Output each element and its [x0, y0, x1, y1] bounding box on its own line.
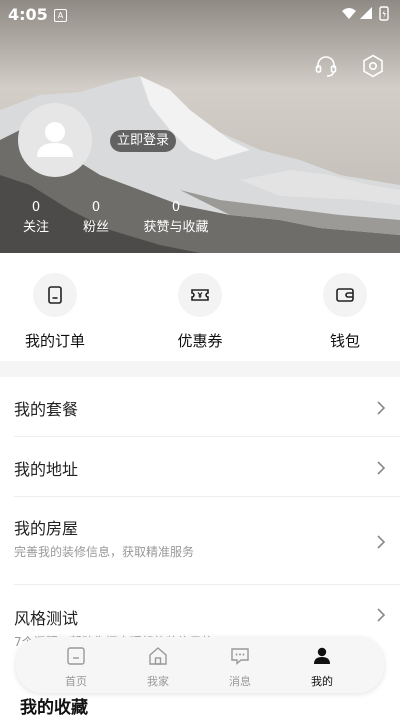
- my-orders-label: 我的订单: [24, 332, 85, 350]
- chevron-right-icon: [377, 461, 386, 475]
- status-time: 4:05: [8, 5, 48, 24]
- stat-value: 0: [91, 200, 101, 215]
- message-icon: [231, 648, 249, 666]
- my-orders-button[interactable]: 我的订单: [10, 273, 100, 351]
- home-icon: [67, 647, 85, 665]
- notification-icon: A: [54, 9, 67, 22]
- settings-hex-icon[interactable]: [360, 53, 386, 79]
- stat-following[interactable]: 0 关注: [18, 200, 54, 238]
- tab-home[interactable]: 首页: [46, 645, 106, 689]
- status-indicators: [342, 6, 389, 21]
- tab-label: 我家: [147, 675, 169, 688]
- default-user-icon: [37, 122, 73, 157]
- tab-my-home[interactable]: 我家: [128, 645, 188, 689]
- coupon-icon: [191, 289, 209, 301]
- wallet-button[interactable]: 钱包: [300, 273, 390, 351]
- coupon-label: 优惠券: [177, 332, 223, 350]
- stat-label: 关注: [22, 220, 49, 235]
- stat-likes-favorites[interactable]: 0 获赞与收藏: [140, 200, 212, 238]
- wallet-label: 钱包: [329, 332, 360, 350]
- house-icon: [149, 647, 167, 665]
- profile-icon: [314, 647, 330, 664]
- signal-icon: [360, 7, 372, 19]
- stat-followers[interactable]: 0 粉丝: [78, 200, 114, 238]
- menu-item-my-house[interactable]: 我的房屋 完善我的装修信息，获取精准服务: [0, 497, 400, 585]
- bottom-tab-bar: 首页 我家 消息 我的: [16, 637, 384, 693]
- menu-item-title: 风格测试: [14, 609, 79, 628]
- menu-item-subtitle: 完善我的装修信息，获取精准服务: [14, 545, 195, 559]
- stat-value: 0: [31, 200, 41, 215]
- login-button[interactable]: 立即登录: [110, 130, 177, 152]
- menu-item-my-package[interactable]: 我的套餐: [0, 377, 400, 437]
- menu-item-title: 我的地址: [14, 460, 79, 479]
- section-title-favorites: 我的收藏: [20, 698, 88, 718]
- chevron-right-icon: [377, 608, 386, 622]
- profile-header: 4:05 A 立即登录 0 关注 0 粉丝 0 获赞与收藏: [0, 0, 400, 253]
- section-gap: [0, 361, 400, 377]
- menu-item-my-address[interactable]: 我的地址: [0, 437, 400, 497]
- chevron-right-icon: [377, 535, 386, 549]
- order-icon: [48, 286, 62, 304]
- coupon-button[interactable]: 优惠券: [155, 273, 245, 351]
- stat-label: 粉丝: [82, 220, 109, 235]
- headset-icon[interactable]: [313, 53, 339, 79]
- avatar[interactable]: [18, 103, 92, 177]
- quick-actions: 我的订单 优惠券 钱包: [0, 253, 400, 361]
- wallet-icon: [336, 288, 354, 302]
- chevron-right-icon: [377, 401, 386, 415]
- wifi-icon: [342, 8, 356, 19]
- status-bar: 4:05 A: [0, 0, 400, 28]
- stat-label: 获赞与收藏: [143, 220, 209, 235]
- tab-label: 消息: [229, 675, 251, 688]
- tab-mine[interactable]: 我的: [292, 645, 352, 689]
- tab-messages[interactable]: 消息: [210, 645, 270, 689]
- menu-item-title: 我的套餐: [14, 400, 79, 419]
- menu-item-title: 我的房屋: [14, 519, 79, 538]
- tab-label: 我的: [311, 675, 333, 688]
- tab-label: 首页: [65, 675, 87, 688]
- stat-value: 0: [171, 200, 181, 215]
